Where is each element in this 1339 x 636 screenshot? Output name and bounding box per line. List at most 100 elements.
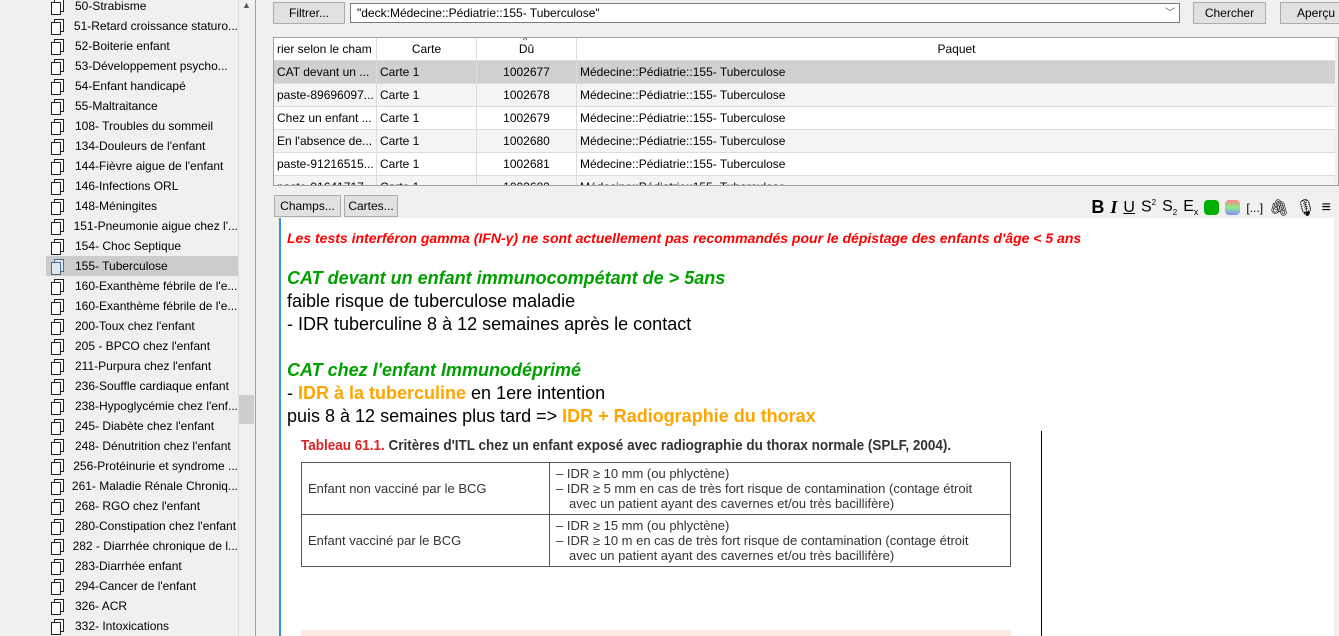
- highlight-text: IDR à la tuberculine: [298, 383, 467, 403]
- table-cell: Médecine::Pédiatrie::155- Tuberculose: [577, 130, 1337, 152]
- sidebar-deck-item[interactable]: 326- ACR: [46, 596, 238, 616]
- underline-icon[interactable]: U: [1123, 199, 1135, 217]
- fields-button[interactable]: Champs...: [274, 195, 341, 217]
- filter-button[interactable]: Filtrer...: [273, 2, 345, 24]
- sidebar-deck-item[interactable]: 261- Maladie Rénale Chroniq...: [46, 476, 238, 496]
- text-color-icon[interactable]: [1204, 200, 1220, 215]
- sidebar-deck-item[interactable]: 268- RGO chez l'enfant: [46, 496, 238, 516]
- sidebar-deck-item[interactable]: 280-Constipation chez l'enfant: [46, 516, 238, 536]
- deck-label: 326- ACR: [75, 599, 128, 613]
- deck-label: 55-Maltraitance: [75, 99, 158, 113]
- heading-immunodeprime: CAT chez l'enfant Immunodéprimé: [287, 360, 581, 380]
- deck-icon: [51, 299, 64, 315]
- sort-ascending-icon: ^: [523, 38, 528, 45]
- search-button[interactable]: Chercher: [1193, 2, 1266, 24]
- sidebar-deck-item[interactable]: 160-Exanthème fébrile de l'e...: [46, 276, 238, 296]
- deck-label: 53-Développement psycho...: [75, 59, 228, 73]
- sidebar-deck-item[interactable]: 245- Diabète chez l'enfant: [46, 416, 238, 436]
- clear-format-icon[interactable]: Ex: [1183, 198, 1198, 217]
- sidebar-deck-item[interactable]: 144-Fièvre aigue de l'enfant: [46, 156, 238, 176]
- table-row[interactable]: CAT devant un ... Carte 1 1002677 Médecine:…: [274, 61, 1337, 84]
- sidebar-deck-item[interactable]: 294-Cancer de l'enfant: [46, 576, 238, 596]
- sidebar-deck-item[interactable]: 256-Protéinurie et syndrome ...: [46, 456, 238, 476]
- sidebar-deck-item[interactable]: 52-Boiterie enfant: [46, 36, 238, 56]
- bold-icon[interactable]: B: [1091, 197, 1104, 218]
- deck-icon: [51, 319, 64, 335]
- menu-icon[interactable]: ≡: [1322, 199, 1331, 217]
- table-row[interactable]: Chez un enfant ... Carte 1 1002679 Médecine…: [274, 107, 1337, 130]
- deck-icon: [51, 499, 64, 515]
- deck-label: 108- Troubles du sommeil: [75, 119, 214, 133]
- sidebar-deck-item[interactable]: 248- Dénutrition chez l'enfant: [46, 436, 238, 456]
- sidebar-deck-item[interactable]: 211-Purpura chez l'enfant: [46, 356, 238, 376]
- chevron-down-icon[interactable]: ﹀: [1165, 5, 1175, 23]
- table-cell: paste-91216515...: [274, 153, 377, 175]
- sidebar-deck-item[interactable]: 200-Toux chez l'enfant: [46, 316, 238, 336]
- dash: -: [287, 383, 298, 403]
- table-cell: Médecine::Pédiatrie::155- Tuberculose: [577, 84, 1337, 106]
- deck-label: 282 - Diarrhée chronique de l...: [72, 539, 238, 553]
- table-row[interactable]: paste-91641717...Carte 11002682Médecine:…: [274, 176, 1337, 185]
- sidebar-deck-item[interactable]: 108- Troubles du sommeil: [46, 116, 238, 136]
- table-cell: 1002681: [477, 153, 577, 175]
- deck-label: 205 - BPCO chez l'enfant: [75, 339, 211, 353]
- sidebar-deck-item[interactable]: 54-Enfant handicapé: [46, 76, 238, 96]
- sidebar-deck-item[interactable]: 205 - BPCO chez l'enfant: [46, 336, 238, 356]
- italic-icon[interactable]: I: [1110, 197, 1117, 218]
- deck-label: 238-Hypoglycémie chez l'enf...: [74, 399, 238, 413]
- sidebar-deck-item[interactable]: 151-Pneumonie aigue chez l'...: [46, 216, 238, 236]
- sidebar-deck-item[interactable]: 283-Diarrhée enfant: [46, 556, 238, 576]
- deck-icon: [51, 119, 64, 135]
- sidebar-scrollbar[interactable]: [238, 0, 255, 636]
- search-input[interactable]: "deck:Médecine::Pédiatrie::155- Tubercul…: [350, 3, 1180, 23]
- deck-label: 294-Cancer de l'enfant: [75, 579, 197, 593]
- sidebar-deck-item[interactable]: 134-Douleurs de l'enfant: [46, 136, 238, 156]
- column-sort-field[interactable]: rier selon le cham: [274, 38, 377, 60]
- deck-label: 52-Boiterie enfant: [75, 39, 170, 53]
- table-cell: Médecine::Pédiatrie::155- Tuberculose: [577, 107, 1337, 129]
- sidebar-scrollbar-thumb[interactable]: [239, 395, 254, 424]
- sidebar-deck-item[interactable]: 282 - Diarrhée chronique de l...: [46, 536, 238, 556]
- sidebar-deck-item[interactable]: 55-Maltraitance: [46, 96, 238, 116]
- column-deck[interactable]: Paquet: [577, 38, 1337, 60]
- cloze-icon[interactable]: [...]: [1246, 201, 1263, 215]
- sidebar-deck-item[interactable]: 155- Tuberculose: [46, 256, 238, 276]
- deck-icon: [51, 239, 64, 255]
- sidebar-deck-item[interactable]: 53-Développement psycho...: [46, 56, 238, 76]
- table-scrollbar[interactable]: [1335, 38, 1338, 185]
- column-card[interactable]: Carte: [377, 38, 477, 60]
- deck-icon: [51, 359, 64, 375]
- sidebar-deck-item[interactable]: 50-Strabisme: [46, 0, 238, 16]
- deck-icon: [51, 39, 64, 55]
- table-row[interactable]: paste-89696097... Carte 1 1002678 Médecine:…: [274, 84, 1337, 107]
- deck-icon: [51, 99, 64, 115]
- attach-icon[interactable]: 🖇: [1269, 198, 1289, 218]
- table-cell: En l'absence de...: [274, 130, 377, 152]
- preview-button[interactable]: Aperçu: [1280, 2, 1339, 24]
- deck-icon: [51, 259, 64, 275]
- sidebar-deck-item[interactable]: 146-Infections ORL: [46, 176, 238, 196]
- sidebar-deck-item[interactable]: 238-Hypoglycémie chez l'enf...: [46, 396, 238, 416]
- sidebar-deck-item[interactable]: 332- Intoxications: [46, 616, 238, 636]
- criteria-line: – IDR ≥ 10 m en cas de très fort risque …: [556, 533, 969, 548]
- sidebar-deck-item[interactable]: 148-Méningites: [46, 196, 238, 216]
- table-cell: 1002678: [477, 84, 577, 106]
- sidebar-deck-item[interactable]: 51-Retard croissance staturo...: [46, 16, 238, 36]
- cards-button[interactable]: Cartes...: [344, 195, 398, 217]
- table-row[interactable]: En l'absence de... Carte 1 1002680 Médecine…: [274, 130, 1337, 153]
- table-row[interactable]: paste-91216515... Carte 1 1002681 Médecine:…: [274, 153, 1337, 176]
- column-due[interactable]: ^ Dû: [477, 38, 577, 60]
- superscript-icon[interactable]: S2: [1141, 198, 1156, 216]
- note-editor-field[interactable]: Les tests interféron gamma (IFN-γ) ne so…: [279, 218, 1334, 636]
- deck-label: 200-Toux chez l'enfant: [75, 319, 195, 333]
- record-audio-icon[interactable]: 🎙: [1295, 198, 1315, 218]
- deck-icon: [51, 139, 64, 155]
- deck-label: 268- RGO chez l'enfant: [75, 499, 201, 513]
- scroll-up-icon[interactable]: ▲: [242, 0, 251, 10]
- sidebar-deck-item[interactable]: 236-Souffle cardiaque enfant: [46, 376, 238, 396]
- sidebar-deck-item[interactable]: 154- Choc Septique: [46, 236, 238, 256]
- highlight-color-icon[interactable]: [1225, 200, 1241, 215]
- subscript-icon[interactable]: S2: [1162, 198, 1177, 217]
- sidebar-deck-item[interactable]: 160-Exanthème fébrile de l'e...: [46, 296, 238, 316]
- deck-icon: [51, 219, 64, 235]
